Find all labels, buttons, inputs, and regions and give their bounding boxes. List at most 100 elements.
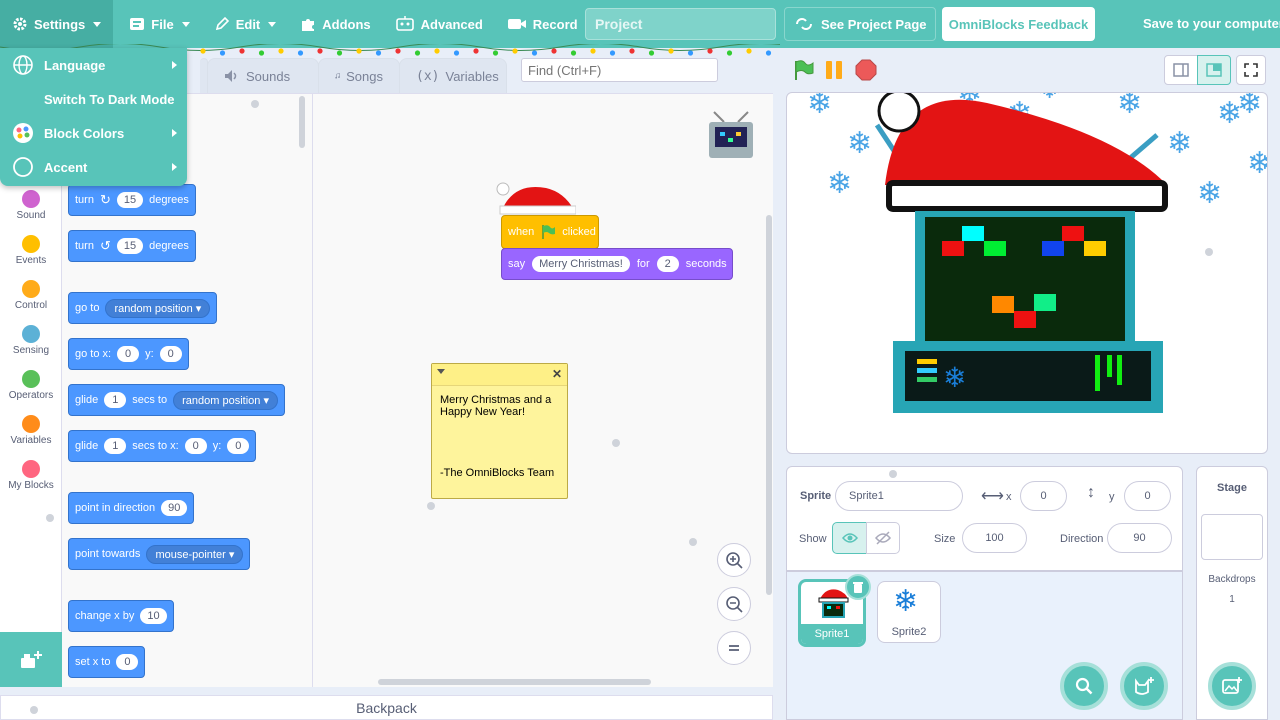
secs-input[interactable]: 2: [656, 256, 679, 272]
menu-item-language[interactable]: Language: [0, 48, 187, 82]
size-input[interactable]: 100: [962, 523, 1027, 553]
svg-text:❄: ❄: [943, 361, 966, 394]
addons-menu[interactable]: Addons: [288, 0, 382, 48]
category-variables[interactable]: Variables: [0, 415, 62, 446]
direction-input[interactable]: 90: [161, 500, 188, 516]
category-my-blocks[interactable]: My Blocks: [0, 460, 62, 491]
category-sound[interactable]: Sound: [0, 190, 62, 221]
block-glide-xy[interactable]: glide 1 secs to x: 0 y: 0: [68, 430, 257, 462]
edit-label: Edit: [235, 16, 261, 32]
block-change-x[interactable]: change x by 10: [68, 600, 174, 632]
comment-note[interactable]: ✕ Merry Christmas and a Happy New Year! …: [431, 363, 568, 499]
block-turn-left[interactable]: turn ↺ 15 degrees: [68, 230, 196, 262]
tab-variables-label: Variables: [445, 68, 499, 84]
snowflake-icon: ❄: [1197, 176, 1222, 211]
change-x-input[interactable]: 10: [140, 608, 167, 624]
block-point-direction[interactable]: point in direction 90: [68, 492, 195, 524]
tab-variables[interactable]: (x) Variables: [399, 58, 507, 93]
y-input[interactable]: 0: [1124, 481, 1171, 511]
block-glide-to[interactable]: glide 1 secs to random position ▾: [68, 384, 285, 416]
pause-button[interactable]: [821, 57, 847, 83]
block-when-flag-clicked[interactable]: when clicked: [501, 215, 599, 249]
sound-dot-icon: [22, 190, 40, 208]
block-go-to[interactable]: go to random position ▾: [68, 292, 218, 324]
chevron-down-icon[interactable]: [437, 369, 445, 374]
y-input[interactable]: 0: [159, 346, 182, 362]
glide-dropdown[interactable]: random position ▾: [173, 390, 278, 410]
block-point-towards[interactable]: point towards mouse-pointer ▾: [68, 538, 251, 570]
secs-input[interactable]: 1: [104, 392, 127, 408]
block-set-x[interactable]: set x to 0: [68, 646, 146, 678]
block-go-to-xy[interactable]: go to x: 0 y: 0: [68, 338, 189, 370]
advanced-menu[interactable]: Advanced: [383, 0, 495, 48]
add-sprite-button[interactable]: [1120, 662, 1168, 710]
zoom-reset-button[interactable]: [717, 631, 751, 665]
snow-dot: [46, 514, 54, 522]
music-note-icon: [335, 73, 340, 79]
see-project-page-button[interactable]: See Project Page: [784, 7, 936, 41]
backpack[interactable]: Backpack: [0, 695, 773, 720]
show-hidden-button[interactable]: [866, 522, 900, 554]
delete-sprite-button[interactable]: [845, 574, 871, 600]
block-turn-right[interactable]: turn ↻ 15 degrees: [68, 184, 196, 216]
x-input[interactable]: 0: [1020, 481, 1067, 511]
zoom-out-icon: [726, 596, 743, 613]
direction-input[interactable]: 90: [1107, 523, 1172, 553]
small-stage-toggle[interactable]: [1164, 55, 1198, 85]
workspace-vertical-scrollbar[interactable]: [766, 215, 772, 595]
palette-scrollbar[interactable]: [299, 96, 305, 148]
zoom-out-button[interactable]: [717, 587, 751, 621]
light-bulb: [239, 48, 245, 54]
light-bulb: [590, 48, 596, 54]
robot-icon: [395, 16, 414, 31]
sprite-tile[interactable]: ❄ Sprite2: [877, 581, 941, 643]
zoom-in-button[interactable]: [717, 543, 751, 577]
sprite-name-input[interactable]: Sprite1: [835, 481, 963, 511]
menu-item-accent[interactable]: Accent: [0, 150, 187, 184]
find-input[interactable]: [521, 58, 718, 82]
menu-item-block-colors[interactable]: Block Colors: [0, 116, 187, 150]
y-input[interactable]: 0: [227, 438, 250, 454]
x-input[interactable]: 0: [117, 346, 140, 362]
category-sensing[interactable]: Sensing: [0, 325, 62, 356]
category-events[interactable]: Events: [0, 235, 62, 266]
block-label: secs to: [132, 394, 168, 406]
record-menu[interactable]: Record: [495, 0, 590, 48]
file-menu[interactable]: File: [117, 0, 201, 48]
zoom-in-icon: [726, 552, 743, 569]
workspace-horizontal-scrollbar[interactable]: [378, 679, 651, 685]
secs-input[interactable]: 1: [104, 438, 127, 454]
language-label: Language: [44, 57, 106, 73]
tab-sounds[interactable]: Sounds: [207, 58, 319, 93]
stage-canvas[interactable]: ❄❄❄❄❄❄❄❄❄❄❄❄❄❄❄❄ ❄: [786, 92, 1268, 454]
eye-icon: [841, 533, 858, 543]
degrees-input[interactable]: 15: [116, 238, 144, 254]
fullscreen-button[interactable]: [1236, 55, 1266, 85]
feedback-button[interactable]: OmniBlocks Feedback: [942, 7, 1095, 41]
green-flag-button[interactable]: [790, 57, 816, 83]
project-title-input[interactable]: Project: [585, 8, 776, 40]
show-visible-button[interactable]: [832, 522, 867, 554]
block-colors-label: Block Colors: [44, 125, 125, 141]
close-icon[interactable]: ✕: [552, 367, 562, 381]
search-sprite-button[interactable]: [1060, 662, 1108, 710]
snowflake-icon: ❄: [893, 584, 919, 619]
block-say-for-secs[interactable]: say Merry Christmas! for 2 seconds: [501, 248, 733, 280]
go-to-dropdown[interactable]: random position ▾: [105, 298, 211, 318]
category-operators[interactable]: Operators: [0, 370, 62, 401]
say-text-input[interactable]: Merry Christmas!: [532, 256, 630, 272]
tab-songs[interactable]: Songs: [318, 58, 400, 93]
set-x-input[interactable]: 0: [116, 654, 139, 670]
x-input[interactable]: 0: [184, 438, 207, 454]
large-stage-toggle[interactable]: [1197, 55, 1231, 85]
settings-menu[interactable]: Settings: [0, 0, 114, 48]
degrees-input[interactable]: 15: [116, 192, 144, 208]
add-extension-button[interactable]: [0, 632, 62, 687]
edit-menu[interactable]: Edit: [202, 0, 289, 48]
menu-item-dark-mode[interactable]: Switch To Dark Mode: [0, 82, 187, 116]
towards-dropdown[interactable]: mouse-pointer ▾: [146, 544, 244, 564]
category-control[interactable]: Control: [0, 280, 62, 311]
save-to-computer-link[interactable]: Save to your computer: [1143, 16, 1280, 31]
stop-button[interactable]: [853, 57, 879, 83]
add-backdrop-button[interactable]: [1208, 662, 1256, 710]
